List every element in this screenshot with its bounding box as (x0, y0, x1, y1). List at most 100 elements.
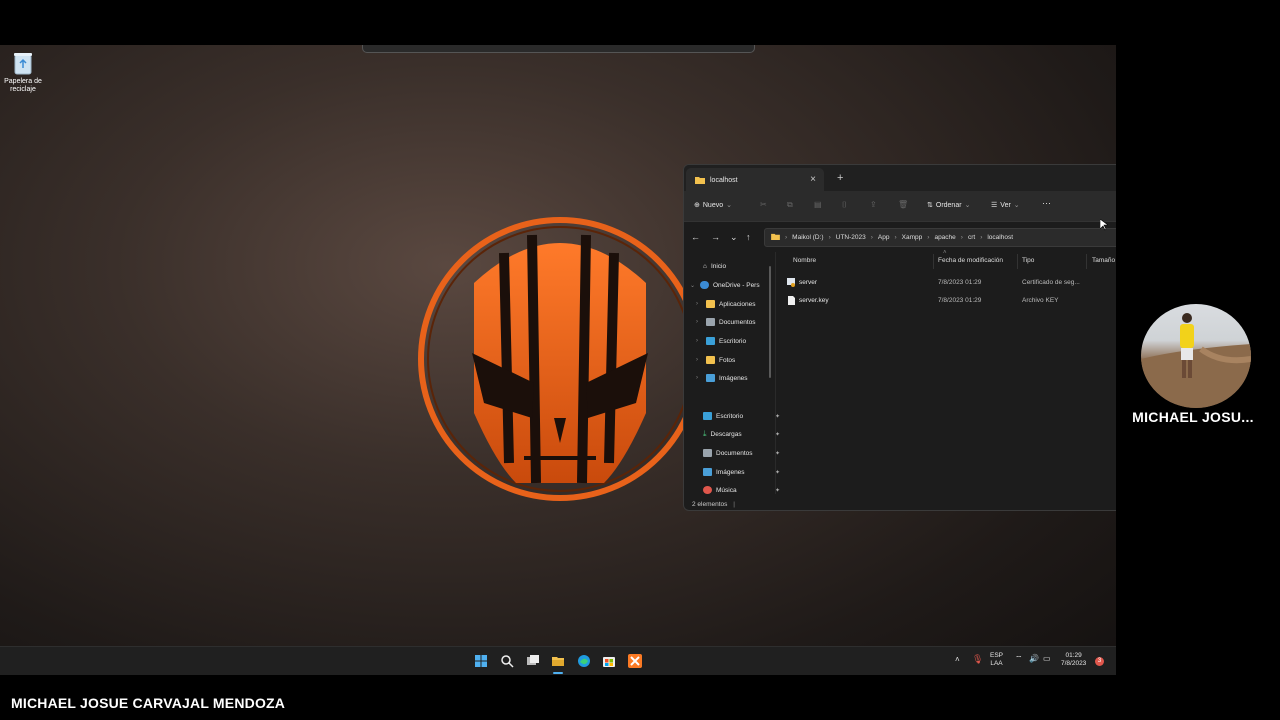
sidebar-item-label: Fotos (719, 356, 736, 364)
explorer-toolbar: ⊕ Nuevo ⌄ ✂ ⧉ ▤ ⌷ ⇪ 🗑 ⇅ Ordenar ⌄ ☰ Ver … (684, 191, 1116, 222)
task-view-icon[interactable] (526, 654, 540, 668)
sidebar-item-fotos[interactable]: › Fotos (696, 353, 735, 367)
paste-icon[interactable]: ▤ (814, 200, 824, 210)
file-explorer-window[interactable]: localhost × + ⊕ Nuevo ⌄ ✂ ⧉ ▤ ⌷ ⇪ 🗑 ⇅ Or… (683, 164, 1116, 511)
breadcrumb-item-6[interactable]: localhost (987, 234, 1013, 241)
document-icon (703, 449, 712, 457)
sidebar-scrollbar[interactable] (769, 266, 771, 378)
quick-item-documentos[interactable]: Documentos ✦ (703, 446, 780, 460)
sidebar-item-onedrive[interactable]: ⌄ OneDrive - Pers (690, 278, 760, 292)
delete-icon[interactable]: 🗑 (898, 200, 908, 210)
breadcrumb-separator-icon: › (960, 234, 963, 241)
explorer-titlebar[interactable]: localhost × + (684, 165, 1116, 191)
column-divider[interactable] (1017, 254, 1018, 269)
share-icon[interactable]: ⇪ (870, 200, 880, 210)
chevron-down-icon: ⌄ (690, 282, 696, 289)
taskbar: ˄ 🎙 ESP LAA ⌔ 🔊 ▭ 01:29 7/8/2023 3 (0, 646, 1116, 675)
sidebar-item-imagenes[interactable]: › Imágenes (696, 371, 748, 385)
table-row[interactable]: server 7/8/2023 01:29 Certificado de seg… (779, 274, 1116, 291)
download-icon: ⤓ (703, 429, 707, 438)
column-header-date[interactable]: Fecha de modificación (938, 257, 1003, 264)
windows-start-icon[interactable] (474, 654, 488, 668)
quick-item-escritorio[interactable]: Escritorio ✦ (703, 409, 780, 423)
recent-chevron-icon[interactable]: ⌄ (730, 232, 738, 243)
clock[interactable]: 01:29 7/8/2023 (1061, 652, 1086, 668)
column-header-size[interactable]: Tamaño (1092, 257, 1115, 264)
breadcrumb-item-3[interactable]: Xampp (902, 234, 923, 241)
microsoft-store-icon[interactable] (602, 654, 616, 668)
microphone-icon[interactable]: 🎙 (972, 655, 983, 664)
pane-divider[interactable] (775, 252, 776, 494)
more-options-button[interactable]: ··· (1042, 198, 1051, 208)
quick-item-label: Escritorio (716, 412, 744, 420)
recycle-bin[interactable]: Papelera de reciclaje (2, 51, 44, 94)
presenter-name: MICHAEL JOSUE CARVAJAL MENDOZA (11, 695, 286, 711)
explorer-body: ⌂ Inicio ⌄ OneDrive - Pers › Aplicacione… (684, 250, 1116, 497)
column-divider[interactable] (933, 254, 934, 269)
sidebar-item-aplicaciones[interactable]: › Aplicaciones (696, 297, 756, 311)
breadcrumb-item-5[interactable]: crt (968, 234, 975, 241)
xampp-icon[interactable] (628, 654, 642, 668)
battery-icon[interactable]: ▭ (1043, 655, 1051, 663)
tab-localhost[interactable]: localhost × (686, 168, 824, 191)
quick-item-descargas[interactable]: ⤓ Descargas ✦ (703, 427, 780, 441)
address-row: ← → ⌄ ↑ › Maikol (D:) › UTN-2023 › App ›… (684, 222, 1116, 252)
folder-icon (771, 233, 780, 242)
breadcrumb-separator-icon: › (980, 234, 983, 241)
language-code: ESP (990, 652, 1004, 659)
column-header-type[interactable]: Tipo (1022, 257, 1034, 264)
wifi-icon[interactable]: ⌔ (1015, 655, 1023, 663)
folder-icon (695, 176, 705, 186)
desktop-icon (706, 337, 715, 345)
new-button[interactable]: ⊕ Nuevo ⌄ (694, 201, 732, 210)
column-divider[interactable] (1086, 254, 1087, 269)
status-bar: 2 elementos | (692, 501, 735, 508)
rename-icon[interactable]: ⌷ (842, 200, 852, 210)
person-photo (1141, 313, 1251, 408)
chevron-right-icon: › (696, 338, 698, 344)
quick-item-label: Música (716, 486, 737, 494)
breadcrumb-item-1[interactable]: UTN-2023 (836, 234, 866, 241)
file-date: 7/8/2023 01:29 (938, 279, 982, 286)
mouse-cursor-icon (1100, 219, 1108, 231)
quick-item-musica[interactable]: Música ✦ (703, 483, 780, 497)
search-icon[interactable] (500, 654, 514, 668)
language-indicator[interactable]: ESP LAA (990, 652, 1003, 668)
keyboard-layout: LAA (990, 660, 1003, 667)
breadcrumb-item-4[interactable]: apache (934, 234, 955, 241)
forward-arrow-icon[interactable]: → (711, 232, 720, 242)
file-list: Nombre ˄ Fecha de modificación Tipo Tama… (779, 250, 1116, 494)
sidebar-item-documentos[interactable]: › Documentos (696, 315, 756, 329)
up-arrow-icon[interactable]: ↑ (746, 232, 751, 242)
chevron-right-icon: › (696, 319, 698, 325)
volume-icon[interactable]: 🔊 (1029, 655, 1039, 663)
sort-button[interactable]: ⇅ Ordenar ⌄ (927, 201, 970, 210)
pictures-icon (703, 468, 712, 476)
copy-icon[interactable]: ⧉ (787, 200, 797, 210)
table-row[interactable]: server.key 7/8/2023 01:29 Archivo KEY (779, 292, 1116, 309)
chevron-up-icon[interactable]: ˄ (955, 656, 960, 664)
view-button[interactable]: ☰ Ver ⌄ (991, 201, 1020, 210)
sidebar-item-inicio[interactable]: ⌂ Inicio (703, 259, 726, 273)
file-explorer-icon[interactable] (551, 654, 565, 668)
sidebar-item-escritorio[interactable]: › Escritorio (696, 334, 746, 348)
clock-time: 01:29 (1065, 652, 1082, 659)
breadcrumb-item-2[interactable]: App (878, 234, 890, 241)
certificate-file-icon (787, 278, 795, 289)
address-bar[interactable]: › Maikol (D:) › UTN-2023 › App › Xampp ›… (764, 228, 1116, 247)
document-icon (706, 318, 715, 326)
notification-badge[interactable]: 3 (1095, 657, 1104, 666)
new-tab-button[interactable]: + (837, 172, 843, 184)
sort-icon: ⇅ (927, 202, 933, 209)
edge-browser-icon[interactable] (577, 654, 591, 668)
breadcrumb-item-0[interactable]: Maikol (D:) (792, 234, 823, 241)
breadcrumb-separator-icon: › (927, 234, 930, 241)
recycle-bin-label-2: reciclaje (10, 86, 36, 93)
quick-item-imagenes[interactable]: Imágenes ✦ (703, 465, 780, 479)
cut-icon[interactable]: ✂ (760, 200, 770, 210)
close-tab-icon[interactable]: × (810, 174, 816, 185)
file-type: Archivo KEY (1022, 297, 1059, 304)
folder-icon (706, 356, 715, 364)
back-arrow-icon[interactable]: ← (691, 232, 700, 242)
column-header-name[interactable]: Nombre (793, 257, 816, 264)
